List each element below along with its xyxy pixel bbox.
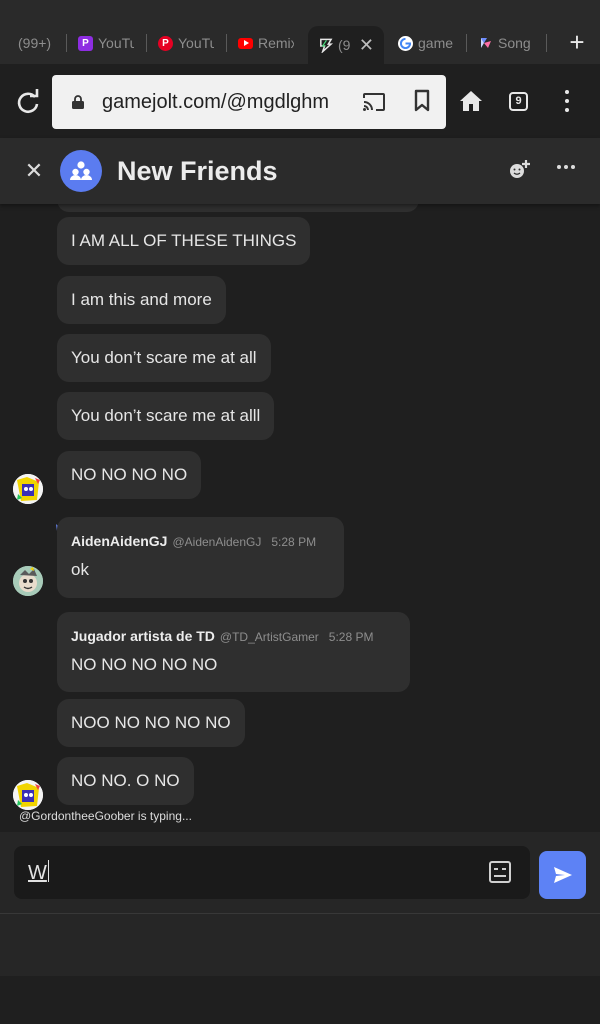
tab-label: YouTube — [178, 35, 214, 51]
browser-tab-strip: (99+) P YouTube P YouTube Remix (99+) ✕ … — [0, 0, 600, 64]
message-text: I am this and more — [71, 290, 212, 309]
user-handle[interactable]: @AidenAidenGJ — [172, 531, 261, 553]
tab-label: (99+) — [338, 37, 351, 53]
composer-footer-area — [0, 914, 600, 976]
message-text: I AM ALL OF THESE THINGS — [71, 231, 297, 250]
chat-header: ✕ New Friends — [0, 138, 600, 204]
purple-p-icon: P — [78, 35, 93, 51]
typing-indicator: @GordontheeGoober is typing... — [19, 809, 192, 823]
message-bubble[interactable]: I AM ALL OF THESE THINGS — [57, 217, 311, 265]
tab-label: Song — [498, 35, 531, 51]
send-button[interactable] — [539, 851, 586, 899]
browser-toolbar: gamejolt.com/@mgdlghm 9 — [0, 64, 600, 138]
message-text: NO NO NO NO — [71, 465, 188, 484]
tab-youtube-1[interactable]: P YouTube — [78, 28, 134, 58]
chat-title: New Friends — [117, 156, 278, 186]
new-tab-plus-icon[interactable]: + — [564, 28, 590, 58]
message-bubble[interactable]: AidenAidenGJ @AidenAidenGJ 5:28 PM ok — [57, 517, 344, 598]
message-text: NO NO. O NO — [71, 771, 180, 790]
tab-gamejolt-active[interactable]: (99+) ✕ — [308, 26, 384, 64]
url-text[interactable]: gamejolt.com/@mgdlghm — [102, 89, 352, 115]
message-text: You don’t scare me at all — [71, 348, 257, 367]
close-chat-icon[interactable]: ✕ — [22, 159, 46, 183]
message-bubble-partial[interactable] — [57, 204, 419, 212]
tab-divider — [146, 34, 147, 52]
username[interactable]: Jugador artista de TD — [71, 625, 215, 647]
message-bubble[interactable]: NO NO NO NO — [57, 451, 202, 499]
message-input-text[interactable]: W — [28, 860, 49, 885]
message-input[interactable]: W — [14, 846, 530, 899]
user-handle[interactable]: @TD_ArtistGamer — [220, 626, 319, 648]
username[interactable]: AidenAidenGJ — [71, 530, 167, 552]
home-icon[interactable] — [459, 90, 483, 112]
message-text: NO NO NO NO NO — [71, 655, 218, 674]
tab-divider — [66, 34, 67, 52]
tab-divider — [466, 34, 467, 52]
close-tab-icon[interactable]: ✕ — [359, 35, 374, 56]
message-list[interactable]: I AM ALL OF THESE THINGS I am this and m… — [0, 204, 600, 832]
message-bubble[interactable]: NOO NO NO NO NO — [57, 699, 245, 747]
reload-icon[interactable] — [14, 88, 42, 116]
message-bubble[interactable]: You don’t scare me at all — [57, 334, 271, 382]
message-bubble[interactable]: Jugador artista de TD @TD_ArtistGamer 5:… — [57, 612, 410, 692]
browser-menu-icon[interactable] — [564, 90, 570, 112]
tab-divider — [546, 34, 547, 52]
user-avatar[interactable] — [13, 780, 43, 810]
tab-remix[interactable]: Remix — [238, 28, 294, 58]
gamejolt-icon — [318, 38, 333, 53]
tab-song[interactable]: Song — [478, 28, 534, 58]
tab-divider — [226, 34, 227, 52]
youtube-icon — [238, 37, 253, 49]
tab-youtube-2[interactable]: P YouTube — [158, 28, 214, 58]
more-options-icon[interactable] — [557, 165, 575, 171]
user-avatar[interactable] — [13, 474, 43, 504]
message-header: AidenAidenGJ @AidenAidenGJ 5:28 PM — [71, 530, 330, 553]
send-icon — [554, 867, 572, 883]
message-text: NOO NO NO NO NO — [71, 713, 231, 732]
timestamp: 5:28 PM — [328, 630, 374, 644]
group-icon — [70, 161, 92, 180]
message-bubble[interactable]: You don’t scare me at alll — [57, 392, 275, 440]
google-icon — [398, 35, 413, 51]
lock-icon — [72, 95, 84, 109]
tab-google-search[interactable]: game — [398, 28, 454, 58]
message-bubble[interactable]: I am this and more — [57, 276, 226, 324]
message-text: ok — [71, 560, 89, 579]
tab-label: YouTube — [98, 35, 134, 51]
cast-icon[interactable] — [362, 90, 386, 114]
tab-label: (99+) — [18, 35, 52, 51]
tab-switcher-button[interactable]: 9 — [509, 92, 528, 111]
user-avatar[interactable] — [13, 566, 43, 596]
text-caret — [47, 860, 49, 882]
message-text: You don’t scare me at alll — [71, 406, 261, 425]
add-member-icon[interactable] — [507, 158, 531, 182]
bookmark-icon[interactable] — [414, 89, 430, 113]
message-header: Jugador artista de TD @TD_ArtistGamer 5:… — [71, 625, 396, 648]
message-bubble[interactable]: NO NO. O NO — [57, 757, 194, 805]
message-composer: W — [0, 832, 600, 914]
timestamp: 5:28 PM — [271, 535, 317, 549]
emoji-icon[interactable] — [489, 861, 511, 883]
address-bar[interactable]: gamejolt.com/@mgdlghm — [52, 75, 446, 129]
tab-notifications[interactable]: (99+) — [18, 28, 58, 58]
group-chat-avatar[interactable] — [60, 150, 102, 192]
tab-label: game — [418, 35, 454, 51]
pinwheel-icon — [478, 36, 493, 51]
pinterest-icon: P — [158, 35, 173, 51]
tab-label: Remix — [258, 35, 294, 51]
